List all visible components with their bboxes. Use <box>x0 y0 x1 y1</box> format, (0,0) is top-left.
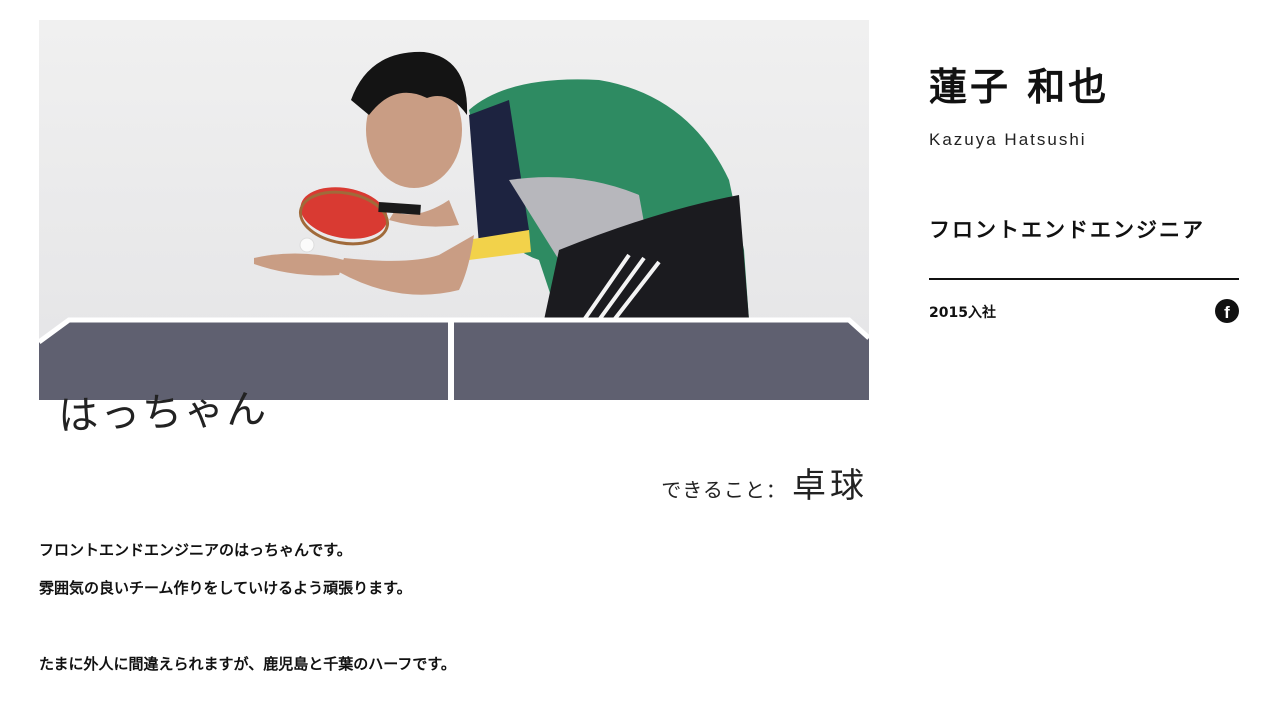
hero-photo <box>39 20 869 400</box>
member-name-en: Kazuya Hatsushi <box>929 130 1087 149</box>
divider <box>929 278 1239 280</box>
member-name-ja: 蓮子 和也 <box>929 65 1110 109</box>
table-tennis-player-illustration <box>39 51 869 400</box>
profile-panel: 蓮子 和也 Kazuya Hatsushi フロントエンドエンジニア 2015入… <box>929 60 1239 323</box>
facebook-icon[interactable]: f <box>1215 299 1239 323</box>
intro-line-2: 雰囲気の良いチーム作りをしていけるよう頑張ります。 <box>39 579 412 597</box>
intro-line-3: たまに外人に間違えられますが、鹿児島と千葉のハーフです。 <box>39 655 456 673</box>
intro-line-1: フロントエンドエンジニアのはっちゃんです。 <box>39 541 352 559</box>
member-role: フロントエンドエンジニア <box>929 218 1205 242</box>
skill-value: 卓球 <box>792 466 868 506</box>
skill-caption: できること： 卓球 <box>661 458 868 507</box>
join-year: 2015入社 <box>929 305 996 321</box>
skill-label: できること： <box>661 478 787 502</box>
nickname-handwritten: はっちゃん <box>57 386 269 440</box>
